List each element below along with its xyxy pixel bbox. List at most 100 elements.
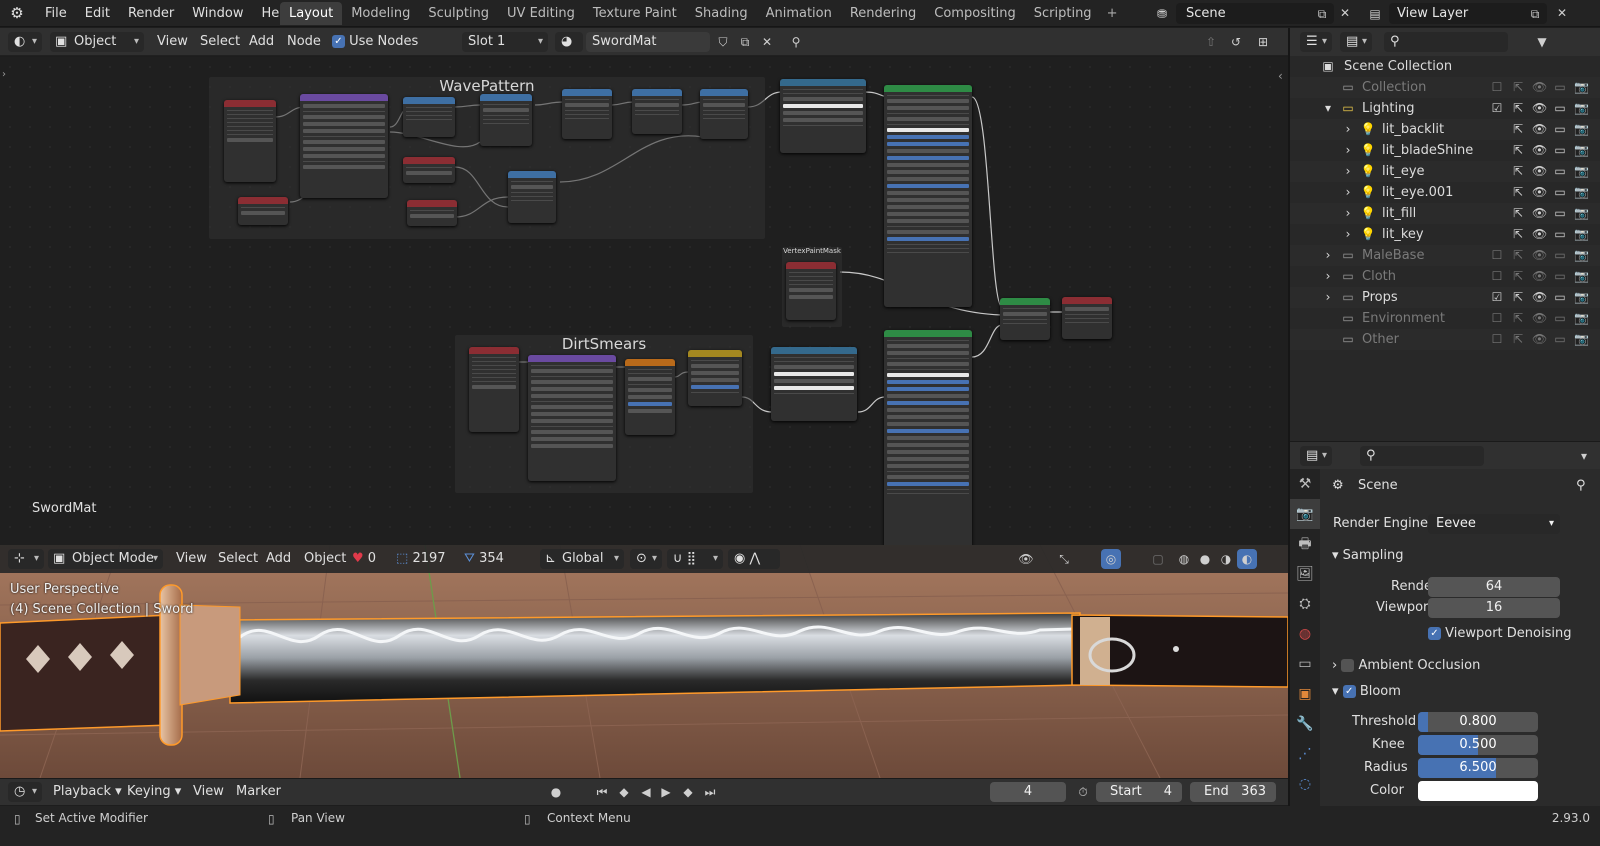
- expand-chevron-icon[interactable]: ›: [1320, 247, 1336, 263]
- tab-scripting[interactable]: Scripting: [1025, 2, 1101, 25]
- timeline-menu-playback[interactable]: Playback ▾: [53, 782, 122, 802]
- expand-chevron-icon[interactable]: ▾: [1320, 100, 1336, 116]
- view-layer-tab-icon[interactable]: 🖼: [1290, 559, 1320, 589]
- pivot-dropdown[interactable]: ⊙ ▾: [630, 549, 662, 569]
- play-icon[interactable]: ▶: [656, 782, 676, 802]
- render-camera-icon[interactable]: 📷: [1574, 224, 1589, 245]
- bloom-section[interactable]: ▾ ✓ Bloom: [1332, 684, 1401, 699]
- expand-chevron-icon[interactable]: ›: [1340, 205, 1356, 221]
- use-nodes-toggle[interactable]: ✓ Use Nodes: [332, 32, 418, 52]
- viewport-monitor-icon[interactable]: ▭: [1553, 224, 1567, 245]
- viewport-menu-object[interactable]: Object: [304, 549, 346, 569]
- next-keyframe-icon[interactable]: ◆: [678, 782, 698, 802]
- node-mapping-b[interactable]: [528, 355, 616, 481]
- physics-tab-icon[interactable]: ◌: [1290, 769, 1320, 799]
- end-frame-field[interactable]: End 363: [1190, 782, 1276, 802]
- snap-icon[interactable]: ↺: [1226, 32, 1246, 52]
- rendered-shading-icon[interactable]: ◐: [1237, 549, 1257, 569]
- render-camera-icon[interactable]: 📷: [1574, 119, 1589, 140]
- 3d-viewport[interactable]: User Perspective (4) Scene Collection | …: [0, 545, 1288, 778]
- render-samples-field[interactable]: 64: [1428, 577, 1560, 597]
- node-principled-bsdf-b[interactable]: [884, 330, 972, 545]
- record-icon[interactable]: ●: [546, 782, 566, 802]
- outliner-item-cloth[interactable]: › ▭ Cloth ☐ ⇱ 👁 ▭ 📷: [1290, 266, 1600, 287]
- solid-shading-icon[interactable]: ●: [1195, 549, 1215, 569]
- area-separator[interactable]: [1288, 545, 1290, 806]
- selectable-arrow-icon[interactable]: ⇱: [1511, 182, 1525, 203]
- menu-render[interactable]: Render: [119, 6, 183, 21]
- timeline-editor-type[interactable]: ◷ ▾: [8, 782, 42, 802]
- node-hue-saturation[interactable]: [688, 350, 742, 406]
- selectable-arrow-icon[interactable]: ⇱: [1511, 245, 1525, 266]
- outliner-search-input[interactable]: ⚲: [1384, 32, 1508, 52]
- new-view-layer-icon[interactable]: ⧉: [1525, 4, 1545, 24]
- viewport-monitor-icon[interactable]: ▭: [1553, 329, 1567, 350]
- properties-search-input[interactable]: ⚲: [1360, 446, 1484, 466]
- viewport-menu-select[interactable]: Select: [218, 549, 258, 569]
- tab-texture-paint[interactable]: Texture Paint: [584, 2, 686, 25]
- visibility-eye-icon[interactable]: 👁: [1532, 329, 1547, 350]
- sidebar-expand-icon[interactable]: ‹: [1278, 69, 1283, 83]
- viewport-menu-view[interactable]: View: [176, 549, 207, 569]
- selectable-arrow-icon[interactable]: ⇱: [1511, 161, 1525, 182]
- outliner-scene-collection[interactable]: ▣ Scene Collection: [1290, 56, 1600, 77]
- pin-icon[interactable]: ⚲: [1576, 478, 1586, 493]
- selectable-arrow-icon[interactable]: ⇱: [1511, 287, 1525, 308]
- node-color-ramp-a[interactable]: [780, 79, 866, 153]
- viewport-monitor-icon[interactable]: ▭: [1553, 266, 1567, 287]
- node-menu-select[interactable]: Select: [200, 32, 240, 52]
- stopwatch-icon[interactable]: ⏱: [1073, 782, 1093, 802]
- node-menu-node[interactable]: Node: [287, 32, 321, 52]
- tab-layout[interactable]: Layout: [280, 2, 343, 25]
- node-math-arctan[interactable]: [480, 94, 532, 146]
- object-mode-dropdown[interactable]: ▣ Object Mode ▾: [48, 549, 163, 569]
- viewport-monitor-icon[interactable]: ▭: [1553, 140, 1567, 161]
- bloom-color-swatch[interactable]: [1418, 781, 1538, 801]
- node-noise-texture[interactable]: [625, 359, 675, 435]
- gizmo-icon[interactable]: ⤡: [1054, 549, 1074, 569]
- render-camera-icon[interactable]: 📷: [1574, 266, 1589, 287]
- outliner-item-collection[interactable]: ▭ Collection ☐ ⇱ 👁 ▭ 📷: [1290, 77, 1600, 98]
- viewport-monitor-icon[interactable]: ▭: [1553, 203, 1567, 224]
- transform-orientation-dropdown[interactable]: ⊾ Global ▾: [540, 549, 624, 569]
- outliner-item-lit-fill[interactable]: › 💡 lit_fill ⇱ 👁 ▭ 📷: [1290, 203, 1600, 224]
- outliner-item-lit-eye[interactable]: › 💡 lit_eye ⇱ 👁 ▭ 📷: [1290, 161, 1600, 182]
- expand-chevron-icon[interactable]: ›: [1320, 289, 1336, 305]
- outliner-item-lit-key[interactable]: › 💡 lit_key ⇱ 👁 ▭ 📷: [1290, 224, 1600, 245]
- collection-tab-icon[interactable]: ▭: [1290, 649, 1320, 679]
- ambient-occlusion-section[interactable]: › Ambient Occlusion: [1332, 658, 1480, 673]
- selectable-arrow-icon[interactable]: ⇱: [1511, 224, 1525, 245]
- timeline-menu-marker[interactable]: Marker: [236, 782, 281, 802]
- selectable-arrow-icon[interactable]: ⇱: [1511, 140, 1525, 161]
- outliner-item-malebase[interactable]: › ▭ MaleBase ☐ ⇱ 👁 ▭ 📷: [1290, 245, 1600, 266]
- viewport-monitor-icon[interactable]: ▭: [1553, 182, 1567, 203]
- fake-user-shield-icon[interactable]: ⛉: [713, 32, 733, 52]
- pin-icon[interactable]: ⚲: [786, 32, 806, 52]
- visibility-eye-icon[interactable]: 👁: [1532, 245, 1547, 266]
- menu-window[interactable]: Window: [183, 6, 252, 21]
- outliner-editor-type[interactable]: ☰ ▾: [1300, 32, 1332, 52]
- current-frame-field[interactable]: 4: [990, 782, 1066, 802]
- visibility-eye-icon[interactable]: 👁: [1532, 224, 1547, 245]
- material-name-field[interactable]: SwordMat: [586, 32, 710, 52]
- expand-chevron-icon[interactable]: [1320, 331, 1336, 347]
- node-color-ramp-b[interactable]: [771, 347, 857, 421]
- node-texture-coordinate[interactable]: [224, 100, 276, 182]
- visibility-icon[interactable]: 👁: [1016, 549, 1036, 569]
- viewport-samples-field[interactable]: 16: [1428, 598, 1560, 618]
- expand-chevron-icon[interactable]: ›: [1340, 121, 1356, 137]
- modifier-tab-icon[interactable]: 🔧: [1290, 709, 1320, 739]
- new-scene-icon[interactable]: ⧉: [1312, 4, 1332, 24]
- node-editor-canvas[interactable]: WavePattern VertexPaintMask DirtSmears S…: [0, 57, 1314, 545]
- node-value-b[interactable]: [403, 157, 455, 183]
- blender-logo-icon[interactable]: ⚙: [8, 4, 26, 22]
- unlink-material-icon[interactable]: ✕: [757, 32, 777, 52]
- render-camera-icon[interactable]: 📷: [1574, 245, 1589, 266]
- knee-slider[interactable]: 0.500: [1418, 735, 1538, 755]
- viewport-monitor-icon[interactable]: ▭: [1553, 77, 1567, 98]
- exclude-checkbox-icon[interactable]: ☐: [1490, 266, 1504, 287]
- viewport-monitor-icon[interactable]: ▭: [1553, 119, 1567, 140]
- snap-dropdown[interactable]: ∪ ⣿ ▾: [667, 549, 723, 569]
- wireframe-shading-icon[interactable]: ◍: [1174, 549, 1194, 569]
- delete-view-layer-icon[interactable]: ✕: [1552, 3, 1572, 23]
